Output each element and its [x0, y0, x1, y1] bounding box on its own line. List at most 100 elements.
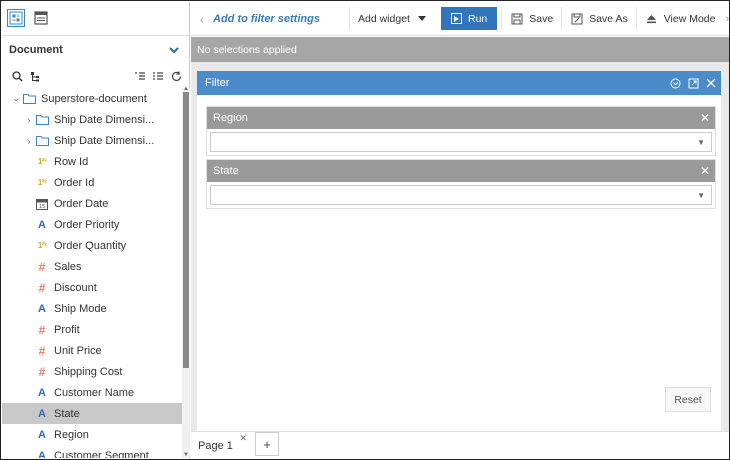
dashboard-canvas: Filter Region ✕ ▼ State ✕ ▼ Reset: [191, 62, 729, 431]
dashboard-icon: [34, 11, 48, 25]
dashboard-tab[interactable]: [32, 9, 50, 27]
caret-down-icon: ▼: [697, 137, 705, 147]
tree-field-item[interactable]: 1²³ Row Id: [2, 151, 182, 172]
maximize-icon[interactable]: [685, 75, 701, 91]
tree-scrollbar[interactable]: ▲ ▼: [182, 86, 190, 458]
view-mode-label: View Mode: [663, 12, 716, 25]
filter-widget-header: Filter: [197, 71, 721, 95]
region-filter-select[interactable]: ▼: [210, 132, 712, 152]
close-icon[interactable]: ✕: [697, 111, 713, 125]
tree-item-label: Shipping Cost: [54, 365, 123, 378]
chevron-down-icon[interactable]: ⌄: [10, 93, 22, 104]
collapse-circle-icon[interactable]: [667, 75, 683, 91]
tree-field-item[interactable]: # Shipping Cost: [2, 361, 182, 382]
tree-item-label: Discount: [54, 281, 97, 294]
page-tabs-bar: Page 1 ✕ +: [191, 431, 729, 459]
scrollbar-thumb[interactable]: [183, 92, 189, 368]
tree-field-item[interactable]: A Order Priority: [2, 214, 182, 235]
close-icon[interactable]: ✕: [697, 164, 713, 178]
tree-field-item[interactable]: # Unit Price: [2, 340, 182, 361]
tree-field-item[interactable]: # Profit: [2, 319, 182, 340]
tree-field-item[interactable]: 1²³ Order Quantity: [2, 235, 182, 256]
view-mode-button[interactable]: View Mode: [635, 7, 724, 30]
tree-field-item[interactable]: # Sales: [2, 256, 182, 277]
tree-item-label: Order Date: [54, 197, 109, 210]
hierarchy-button[interactable]: [26, 68, 44, 84]
tree-item-label: Customer Segment: [54, 449, 149, 459]
state-filter-select[interactable]: ▼: [210, 185, 712, 205]
floppy-disk-icon: [510, 12, 523, 25]
app-frame: Document ⌄ Superstore-document › Ship Da…: [0, 0, 730, 460]
add-widget-label: Add widget: [358, 12, 410, 25]
run-label: Run: [468, 12, 488, 25]
measure-hash-icon: #: [38, 343, 46, 358]
tree-folder-item[interactable]: ⌄ Superstore-document: [2, 88, 182, 109]
measure-hash-icon: #: [38, 364, 46, 379]
filter-widget: Filter Region ✕ ▼ State ✕ ▼ Reset: [197, 71, 721, 431]
add-widget-button[interactable]: Add widget: [349, 7, 437, 30]
chevron-down-icon[interactable]: [169, 46, 179, 54]
search-button[interactable]: [8, 68, 26, 84]
collapse-all-button[interactable]: [131, 68, 149, 84]
collapse-list-icon: [135, 72, 145, 80]
tree-item-label: Ship Mode: [54, 302, 107, 315]
tree-folder-item[interactable]: › Ship Date Dimensi...: [2, 109, 182, 130]
state-filter-header: State ✕: [207, 160, 715, 182]
selections-bar: No selections applied: [191, 37, 729, 62]
tree-field-item[interactable]: A State: [2, 403, 182, 424]
save-as-button[interactable]: Save As: [561, 7, 636, 30]
tree-item-label: Sales: [54, 260, 82, 273]
document-section-header[interactable]: Document: [9, 39, 179, 61]
text-field-icon: A: [38, 407, 46, 420]
scroll-right-chevron-icon[interactable]: ›: [724, 13, 730, 25]
state-filter: State ✕ ▼: [206, 159, 716, 209]
text-field-icon: A: [38, 449, 46, 459]
run-button[interactable]: Run: [441, 7, 498, 30]
tree-item-label: Ship Date Dimensi...: [54, 113, 155, 126]
reset-button[interactable]: Reset: [665, 387, 711, 412]
refresh-button[interactable]: [167, 68, 185, 84]
page-tab[interactable]: Page 1 ✕: [191, 432, 253, 459]
back-chevron-icon[interactable]: ‹: [191, 11, 213, 27]
search-icon: [11, 70, 23, 82]
dataset-icon: [9, 11, 23, 25]
chevron-right-icon[interactable]: ›: [23, 115, 35, 125]
number-field-icon: 1²³: [37, 178, 47, 187]
scroll-down-icon[interactable]: ▼: [182, 452, 190, 458]
tree-field-item[interactable]: A Customer Name: [2, 382, 182, 403]
tree-folder-item[interactable]: › Ship Date Dimensi...: [2, 130, 182, 151]
tree-field-item[interactable]: A Region: [2, 424, 182, 445]
expand-list-icon: [153, 72, 163, 80]
tree-item-label: Region: [54, 428, 89, 441]
text-field-icon: A: [38, 218, 46, 231]
chevron-right-icon[interactable]: ›: [23, 136, 35, 146]
refresh-icon: [171, 71, 181, 81]
dataset-tab[interactable]: [7, 9, 25, 27]
tree-item-label: Superstore-document: [41, 92, 147, 105]
tree-field-item[interactable]: 1²³ Order Id: [2, 172, 182, 193]
tree-field-item[interactable]: A Customer Segment: [2, 445, 182, 459]
tree-item-label: State: [54, 407, 80, 420]
caret-down-icon: ▼: [697, 190, 705, 200]
tree-item-label: Profit: [54, 323, 80, 336]
expand-all-button[interactable]: [149, 68, 167, 84]
left-panel-tabs: [2, 2, 189, 36]
save-button[interactable]: Save: [501, 7, 561, 30]
add-page-button[interactable]: +: [255, 432, 279, 456]
tree-item-label: Row Id: [54, 155, 89, 168]
tree-item-label: Customer Name: [54, 386, 135, 399]
region-filter: Region ✕ ▼: [206, 106, 716, 156]
toolbar-title: Add to filter settings: [213, 12, 320, 25]
measure-hash-icon: #: [38, 322, 46, 337]
tree-field-item[interactable]: 15 Order Date: [2, 193, 182, 214]
tree-item-label: Ship Date Dimensi...: [54, 134, 155, 147]
region-filter-header: Region ✕: [207, 107, 715, 129]
close-icon[interactable]: [703, 75, 719, 91]
close-icon[interactable]: ✕: [239, 433, 247, 444]
tree-field-item[interactable]: A Ship Mode: [2, 298, 182, 319]
measure-hash-icon: #: [38, 259, 46, 274]
tree-field-item[interactable]: # Discount: [2, 277, 182, 298]
left-panel: Document ⌄ Superstore-document › Ship Da…: [2, 2, 190, 459]
number-field-icon: 1²³: [37, 157, 47, 166]
hierarchy-icon: [30, 71, 39, 81]
